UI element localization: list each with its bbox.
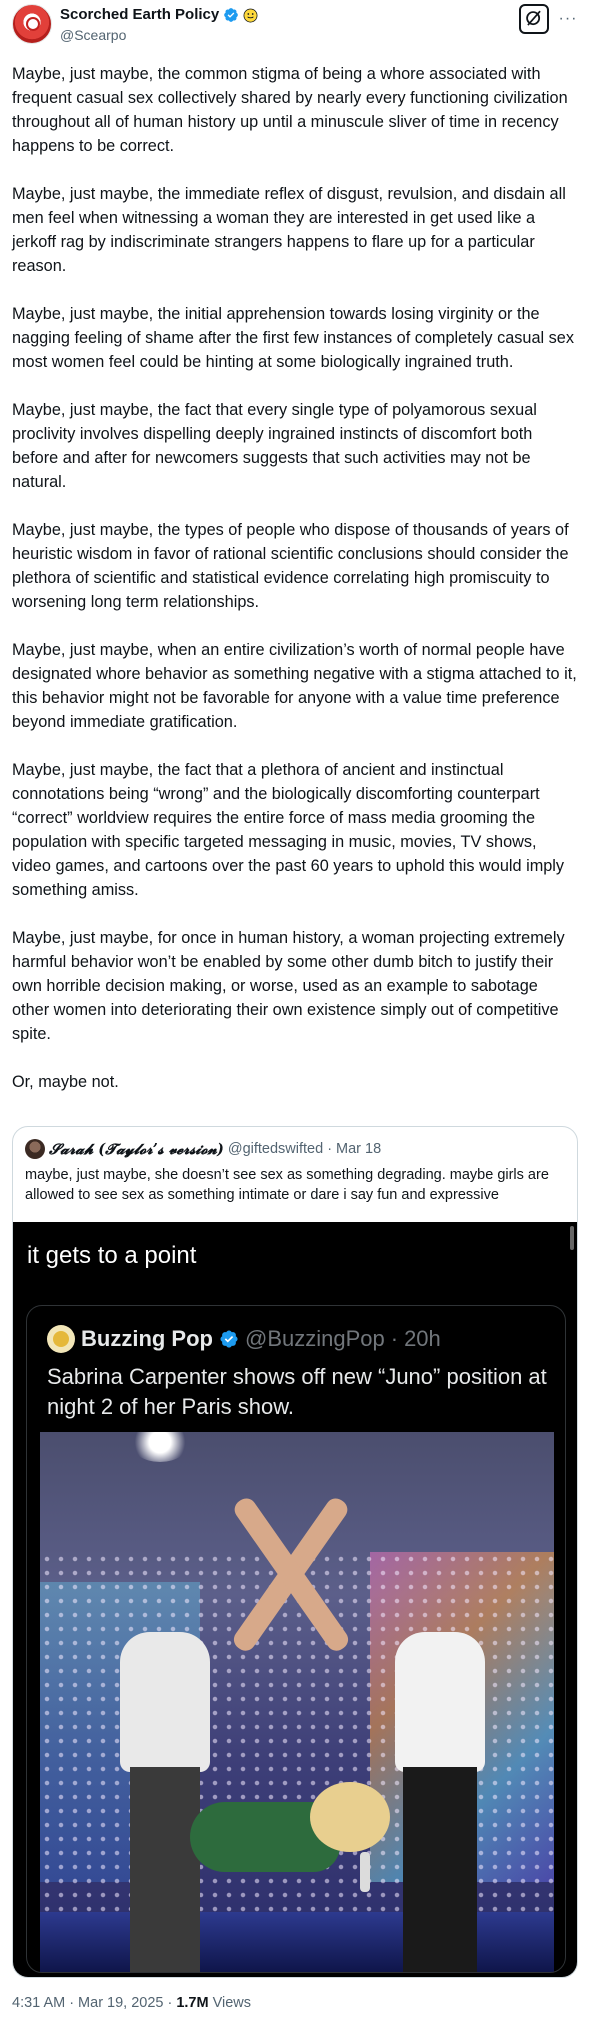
quoted-tweet-text: maybe, just maybe, she doesn’t see sex a… [25,1167,549,1203]
quoted-tweet-date: Mar 18 [336,1141,382,1157]
tweet-paragraph: Maybe, just maybe, when an entire civili… [12,641,582,731]
quoted-tweet[interactable]: 𝓢𝓪𝓻𝓪𝓱 (𝓣𝓪𝔂𝓵𝓸𝓻’𝓼 𝓿𝓮𝓻𝓼𝓲𝓸𝓷) @giftedswifted … [12,1126,578,1978]
tweet-paragraph: Maybe, just maybe, the fact that a pleth… [12,761,569,899]
views-count: 1.7M [176,1995,209,2011]
tweet-time[interactable]: 4:31 AM [12,1995,65,2011]
quoted-author-handle: @giftedswifted [227,1141,324,1157]
embedded-tweet-screenshot: Buzzing Pop @BuzzingPop · 20h Sabrina Ca… [26,1305,566,1973]
tweet-body: Maybe, just maybe, the common stigma of … [12,62,578,1118]
tweet-paragraph: Maybe, just maybe, the initial apprehens… [12,305,579,371]
quoted-tweet-header: 𝓢𝓪𝓻𝓪𝓱 (𝓣𝓪𝔂𝓵𝓸𝓻’𝓼 𝓿𝓮𝓻𝓼𝓲𝓸𝓷) @giftedswifted … [25,1139,381,1159]
embedded-tweet-header: Buzzing Pop @BuzzingPop · 20h [47,1324,441,1354]
quoted-author-avatar [25,1139,45,1159]
grok-button[interactable] [519,4,549,34]
media-caption: it gets to a point [27,1242,197,1269]
separator-dot: · [167,1995,173,2011]
concert-photo [40,1432,554,1972]
tweet-paragraph: Or, maybe not. [12,1073,119,1091]
grok-icon [526,10,541,26]
author-name-row: Scorched Earth Policy [60,5,258,25]
quoted-author-name: 𝓢𝓪𝓻𝓪𝓱 (𝓣𝓪𝔂𝓵𝓸𝓻’𝓼 𝓿𝓮𝓻𝓼𝓲𝓸𝓷) [49,1140,224,1158]
smiley-emoji-icon [243,8,258,22]
tweet-footer: 4:31 AM · Mar 19, 2025 · 1.7M Views [12,1991,251,2015]
embedded-tweet-text: Sabrina Carpenter shows off new “Juno” p… [47,1364,547,1419]
embedded-tweet-time: 20h [404,1326,441,1351]
embedded-author-name: Buzzing Pop [81,1326,213,1351]
views-label: Views [212,1995,252,2011]
tweet-paragraph: Maybe, just maybe, the common stigma of … [12,65,573,155]
separator-dot: · [69,1995,75,2011]
tweet-header: Scorched Earth Policy @Scearpo ··· [12,4,578,52]
tweet-date[interactable]: Mar 19, 2025 [78,1995,163,2011]
tweet-paragraph: Maybe, just maybe, the immediate reflex … [12,185,571,275]
separator-dot: · [327,1141,333,1157]
verified-badge-icon [220,1330,238,1348]
tweet-paragraph: Maybe, just maybe, the types of people w… [12,521,574,611]
tweet-paragraph: Maybe, just maybe, for once in human his… [12,929,570,1043]
separator-dot: · [390,1326,399,1351]
tweet-paragraph: Maybe, just maybe, the fact that every s… [12,401,542,491]
embedded-author-avatar [47,1325,75,1353]
author-avatar[interactable] [12,4,52,44]
author-display-name[interactable]: Scorched Earth Policy [60,5,219,25]
verified-badge-icon [224,8,239,22]
quoted-tweet-media[interactable]: it gets to a point Buzzing Pop @BuzzingP… [13,1222,577,1977]
author-handle[interactable]: @Scearpo [60,26,126,44]
media-scrollbar[interactable] [570,1226,574,1250]
embedded-author-handle: @BuzzingPop [244,1326,385,1351]
more-options-button[interactable]: ··· [557,8,579,30]
